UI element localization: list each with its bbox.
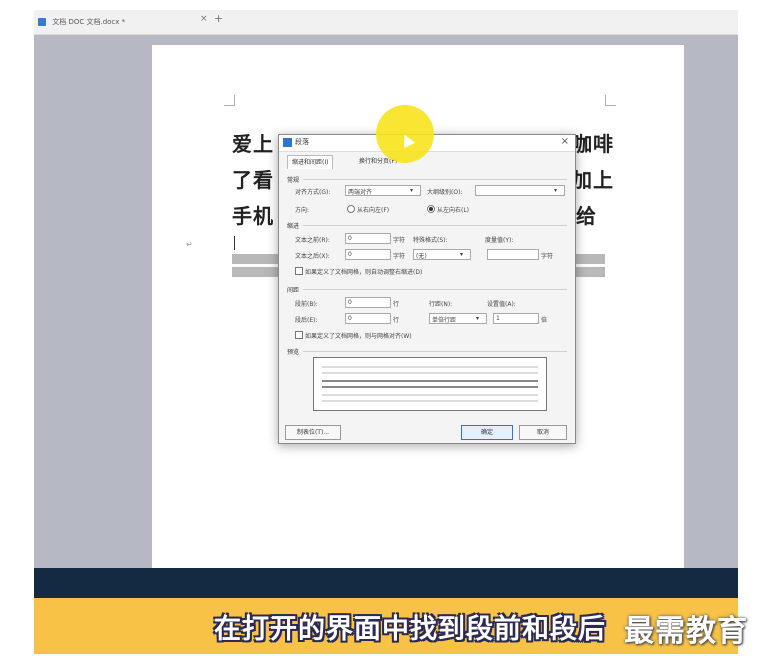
divider (303, 289, 567, 290)
space-before-value: 0 (348, 299, 352, 306)
spacing-grid-label: 如果定义了文档网格，则与网格对齐(W) (305, 333, 412, 340)
close-icon[interactable]: × (561, 136, 569, 147)
divider (303, 179, 567, 180)
document-tab[interactable]: 文档 DOC 文档.docx * (38, 13, 188, 31)
measure-input[interactable] (487, 249, 539, 260)
preview-box (313, 357, 547, 411)
tab-stops-button[interactable]: 制表位(T)... (285, 425, 341, 440)
selected-text-line2 (232, 267, 278, 277)
special-label: 特殊格式(S): (413, 237, 448, 244)
ok-button[interactable]: 确定 (461, 425, 513, 440)
indent-before-label: 文本之前(R): (295, 237, 330, 244)
preview-line (322, 380, 538, 382)
space-before-label: 段前(B): (295, 301, 318, 308)
dialog-title: 段落 (295, 138, 309, 146)
set-value-label: 设置值(A): (487, 301, 516, 308)
line-spacing-select[interactable]: 单倍行距 ▾ (429, 313, 487, 324)
preview-line (322, 366, 538, 368)
doc-text-line1-right: 咖啡 (572, 132, 614, 156)
align-label: 对齐方式(G): (295, 189, 331, 196)
cancel-button[interactable]: 取消 (519, 425, 567, 440)
divider (303, 351, 567, 352)
align-value: 两端对齐 (348, 189, 373, 196)
preview-line (322, 372, 538, 374)
indent-before-unit: 字符 (393, 237, 406, 244)
document-tab-bar: 文档 DOC 文档.docx * × + (34, 10, 738, 35)
space-after-value: 0 (348, 315, 352, 322)
doc-text-line2-left: 了看 (232, 168, 274, 192)
doc-text-line1-left: 爱上 (232, 132, 274, 156)
preview-line (322, 400, 538, 402)
indent-before-input[interactable]: 0 (345, 233, 391, 244)
subtitle-caption: 在打开的界面中找到段前和段后 (214, 614, 606, 645)
divider (303, 225, 567, 226)
paragraph-dialog: 段落 × 缩进和间距(I) 换行和分页(P) 常规 对齐方式(G): 两端对齐 … (278, 134, 576, 444)
ltr-radio[interactable] (427, 205, 435, 213)
preview-line (322, 386, 538, 388)
spacing-section-label: 间距 (287, 287, 300, 294)
set-value-value: 1 (496, 315, 500, 322)
line-spacing-value: 单倍行距 (432, 317, 457, 324)
chevron-down-icon: ▾ (554, 187, 558, 194)
indent-after-input[interactable]: 0 (345, 249, 391, 260)
chevron-down-icon: ▾ (476, 315, 480, 322)
indent-after-value: 0 (348, 251, 352, 258)
chevron-down-icon: ▾ (460, 251, 464, 258)
special-value: (无) (416, 253, 427, 260)
indent-after-unit: 字符 (393, 253, 406, 260)
preview-section-label: 预览 (287, 349, 300, 356)
paragraph-mark-icon: ↵ (186, 240, 193, 249)
doc-text-line2-right: 加上 (572, 168, 614, 192)
doc-text-line3-right: 给 (576, 204, 597, 228)
outline-select[interactable]: ▾ (475, 185, 565, 196)
preview-line (322, 394, 538, 396)
space-before-unit: 行 (393, 301, 400, 308)
chevron-down-icon: ▾ (410, 187, 414, 194)
selected-text-line1-end (575, 254, 605, 264)
general-section-label: 常规 (287, 177, 300, 184)
text-cursor (234, 236, 235, 250)
indent-before-value: 0 (348, 235, 352, 242)
document-icon (38, 18, 46, 26)
ltr-label: 从左向右(L) (437, 207, 470, 214)
direction-label: 方向: (295, 207, 310, 214)
document-tab-title: 文档 DOC 文档.docx * (52, 18, 126, 26)
special-select[interactable]: (无) ▾ (413, 249, 471, 260)
rtl-label: 从右向左(F) (357, 207, 390, 214)
tab-close-icon[interactable]: × (200, 14, 208, 24)
doc-text-line3-left: 手机 (232, 204, 274, 228)
measure-label: 度量值(Y): (485, 237, 514, 244)
line-spacing-label: 行距(N): (429, 301, 453, 308)
set-value-input[interactable]: 1 (493, 313, 539, 324)
set-value-unit: 倍 (541, 317, 548, 324)
caption-dark-band (34, 568, 738, 598)
indent-after-label: 文本之后(X): (295, 253, 330, 260)
space-after-label: 段后(E): (295, 317, 318, 324)
indent-section-label: 缩进 (287, 223, 300, 230)
space-after-unit: 行 (393, 317, 400, 324)
indent-grid-checkbox[interactable] (295, 267, 303, 275)
margin-corner-top-left (224, 95, 235, 106)
outline-label: 大纲级别(O): (427, 189, 463, 196)
measure-unit: 字符 (541, 253, 554, 260)
rtl-radio[interactable] (347, 205, 355, 213)
align-select[interactable]: 两端对齐 ▾ (345, 185, 421, 196)
selected-text-line2-end (575, 267, 605, 277)
app-icon (283, 138, 292, 147)
indent-grid-label: 如果定义了文档网格，则自动调整右缩进(D) (305, 269, 423, 276)
new-tab-icon[interactable]: + (214, 12, 223, 25)
space-after-input[interactable]: 0 (345, 313, 391, 324)
margin-corner-top-right (605, 95, 616, 106)
space-before-input[interactable]: 0 (345, 297, 391, 308)
selected-text-line1 (232, 254, 278, 264)
spacing-grid-checkbox[interactable] (295, 331, 303, 339)
watermark-logo: 最需教育 (624, 614, 748, 649)
tab-indent-spacing[interactable]: 缩进和间距(I) (287, 155, 334, 169)
